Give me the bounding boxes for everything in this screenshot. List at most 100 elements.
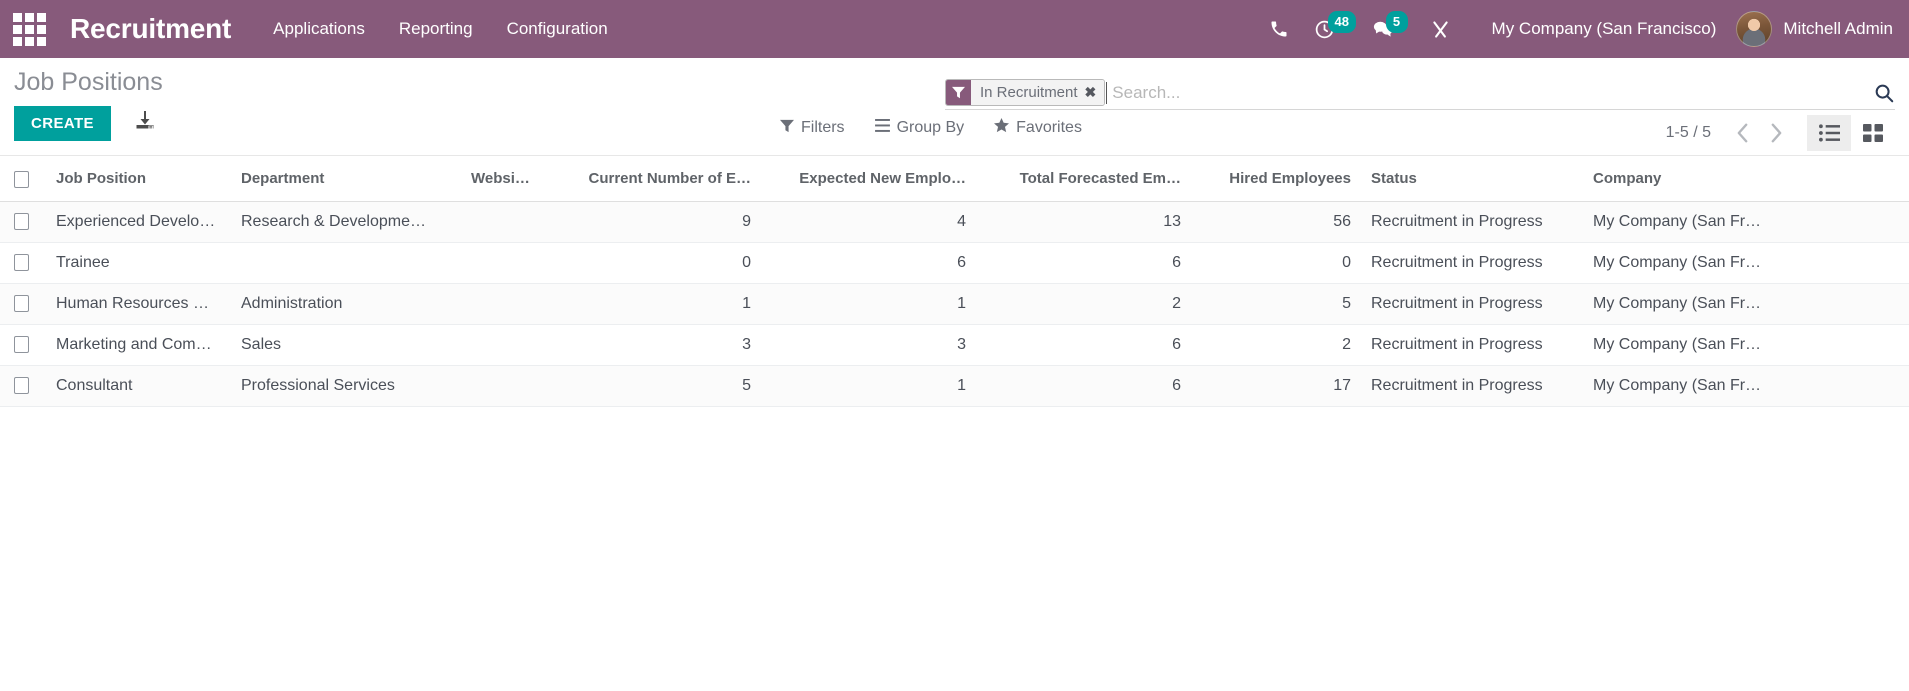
messages-chat-icon[interactable]: 5 [1360,0,1406,58]
cell-job-position: Human Resources Ma… [46,283,231,324]
cell-website [461,365,546,406]
cell-hired-employees: 17 [1191,365,1361,406]
search-icon[interactable] [1865,82,1895,104]
column-header-status[interactable]: Status [1361,156,1583,201]
column-header-company[interactable]: Company [1583,156,1909,201]
list-view-icon[interactable] [1807,115,1851,151]
cell-current-employees: 1 [546,283,761,324]
cell-department: Administration [231,283,461,324]
table-body: Experienced DeveloperResearch & Developm… [0,201,1909,406]
cell-total-forecasted: 6 [976,324,1191,365]
cell-department [231,242,461,283]
column-header-job-position[interactable]: Job Position [46,156,231,201]
search-facet-label-wrap: In Recruitment ✖ [971,80,1104,105]
chevron-left-icon[interactable] [1725,117,1759,149]
row-select-cell [0,283,46,324]
cell-job-position: Marketing and Commu… [46,324,231,365]
top-navbar: Recruitment Applications Reporting Confi… [0,0,1909,58]
remove-facet-icon[interactable]: ✖ [1085,84,1097,101]
group-by-dropdown[interactable]: Group By [875,119,965,137]
favorites-label: Favorites [1016,119,1082,137]
filter-funnel-icon [946,80,971,105]
table-head: Job Position Department Websi… Current N… [0,156,1909,201]
cell-total-forecasted: 6 [976,365,1191,406]
cell-expected-new-employees: 1 [761,283,976,324]
column-header-total-forecasted-employees[interactable]: Total Forecasted Em… [976,156,1191,201]
cell-expected-new-employees: 6 [761,242,976,283]
table-header-row: Job Position Department Websi… Current N… [0,156,1909,201]
create-button[interactable]: CREATE [14,106,111,141]
user-menu[interactable]: Mitchell Admin [1736,11,1893,47]
table-row[interactable]: Experienced DeveloperResearch & Developm… [0,201,1909,242]
chevron-right-icon[interactable] [1759,117,1793,149]
row-select-cell [0,242,46,283]
favorites-dropdown[interactable]: Favorites [994,118,1082,138]
cell-expected-new-employees: 4 [761,201,976,242]
row-checkbox[interactable] [14,213,29,230]
cell-current-employees: 0 [546,242,761,283]
activity-badge-count: 48 [1328,11,1356,33]
cell-current-employees: 5 [546,365,761,406]
cell-current-employees: 9 [546,201,761,242]
row-checkbox[interactable] [14,377,29,394]
import-download-icon[interactable] [133,108,157,137]
pager-and-views: 1-5 / 5 [1666,115,1895,151]
cell-hired-employees: 0 [1191,242,1361,283]
column-header-expected-new-employees[interactable]: Expected New Emplo… [761,156,976,201]
cell-website [461,324,546,365]
cell-status: Recruitment in Progress [1361,365,1583,406]
row-select-cell [0,201,46,242]
cell-company: My Company (San Fr… [1583,365,1909,406]
group-by-label: Group By [897,119,965,137]
avatar [1736,11,1772,47]
search-input[interactable] [1106,82,1865,104]
hamburger-lines-icon [875,119,890,137]
row-checkbox[interactable] [14,336,29,353]
messages-badge-count: 5 [1386,11,1408,33]
view-switcher [1807,115,1895,151]
main-menu: Applications Reporting Configuration [271,15,610,43]
company-switcher[interactable]: My Company (San Francisco) [1492,19,1717,39]
search-view: In Recruitment ✖ [945,76,1895,110]
column-header-hired-employees[interactable]: Hired Employees [1191,156,1361,201]
cell-company: My Company (San Fr… [1583,201,1909,242]
cell-hired-employees: 5 [1191,283,1361,324]
search-facet-in-recruitment[interactable]: In Recruitment ✖ [945,79,1105,106]
job-positions-table: Job Position Department Websi… Current N… [0,156,1909,407]
cell-current-employees: 3 [546,324,761,365]
column-header-department[interactable]: Department [231,156,461,201]
apps-grid-icon[interactable] [0,0,58,58]
cell-job-position: Experienced Developer [46,201,231,242]
activity-clock-icon[interactable]: 48 [1302,0,1348,58]
developer-tools-icon[interactable] [1418,0,1464,58]
filters-dropdown[interactable]: Filters [780,119,845,138]
row-checkbox[interactable] [14,254,29,271]
kanban-grid-icon[interactable] [1851,115,1895,151]
table-row[interactable]: Human Resources Ma…Administration1125Rec… [0,283,1909,324]
row-select-cell [0,324,46,365]
cell-total-forecasted: 6 [976,242,1191,283]
menu-item-reporting[interactable]: Reporting [397,15,475,43]
user-name-label: Mitchell Admin [1783,19,1893,39]
column-header-current-number-of-employees[interactable]: Current Number of E… [546,156,761,201]
phone-icon[interactable] [1256,0,1302,58]
cell-department: Research & Developme… [231,201,461,242]
column-header-website[interactable]: Websi… [461,156,546,201]
table-row[interactable]: Marketing and Commu…Sales3362Recruitment… [0,324,1909,365]
row-checkbox[interactable] [14,295,29,312]
cell-website [461,201,546,242]
select-all-checkbox[interactable] [14,171,29,188]
cell-department: Sales [231,324,461,365]
app-brand-title[interactable]: Recruitment [70,13,231,45]
menu-item-applications[interactable]: Applications [271,15,367,43]
table-row[interactable]: Trainee0660Recruitment in ProgressMy Com… [0,242,1909,283]
cell-total-forecasted: 2 [976,283,1191,324]
filter-funnel-icon [780,119,794,138]
menu-item-configuration[interactable]: Configuration [505,15,610,43]
cell-expected-new-employees: 1 [761,365,976,406]
table-row[interactable]: ConsultantProfessional Services51617Recr… [0,365,1909,406]
star-icon [994,118,1009,138]
job-positions-list: Job Position Department Websi… Current N… [0,156,1909,407]
row-select-cell [0,365,46,406]
cell-job-position: Trainee [46,242,231,283]
